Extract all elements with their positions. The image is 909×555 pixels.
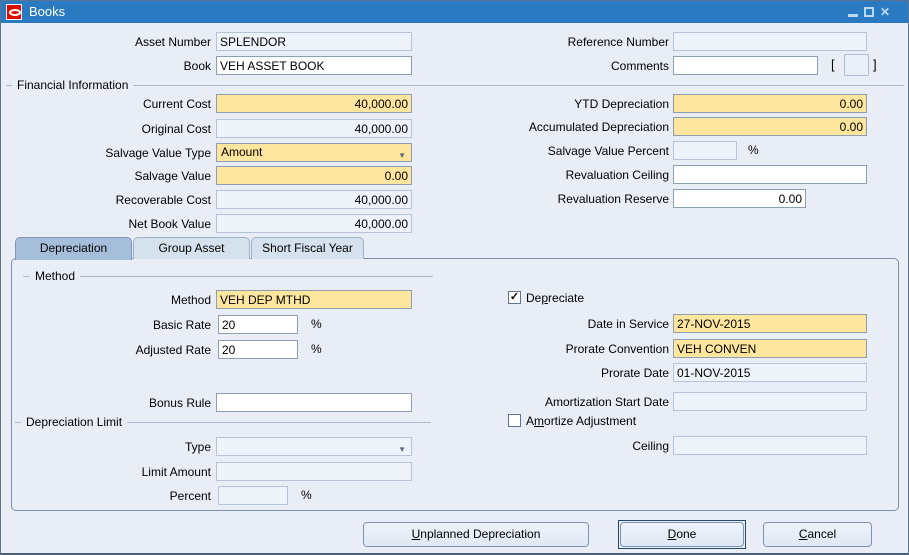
revaluation-ceiling-field[interactable] [673, 165, 867, 184]
close-button[interactable]: ✕ [878, 5, 892, 19]
prorate-convention-field[interactable] [673, 339, 867, 358]
flexfield-bracket-open: [ [831, 54, 835, 76]
tab-short-fiscal-year[interactable]: Short Fiscal Year [251, 237, 364, 259]
limit-type-select: ▼ [216, 437, 412, 456]
maximize-icon [864, 7, 874, 17]
basic-rate-suffix: % [311, 315, 322, 334]
salvage-value-field[interactable] [216, 166, 412, 185]
net-book-value-label: Net Book Value [9, 215, 211, 233]
maximize-button[interactable] [862, 5, 876, 19]
unplanned-depreciation-button[interactable]: Unplanned Depreciation [363, 522, 589, 547]
oracle-logo-icon [6, 4, 22, 20]
date-in-service-field[interactable] [673, 314, 867, 333]
salvage-value-percent-label: Salvage Value Percent [461, 142, 669, 160]
current-cost-label: Current Cost [9, 95, 211, 113]
prorate-date-label: Prorate Date [461, 364, 669, 382]
original-cost-field [216, 119, 412, 138]
recoverable-cost-label: Recoverable Cost [9, 191, 211, 209]
limit-percent-suffix: % [301, 486, 312, 505]
method-label: Method [9, 291, 211, 309]
ytd-depreciation-field[interactable] [673, 94, 867, 113]
tab-group-asset[interactable]: Group Asset [133, 237, 250, 259]
accumulated-depreciation-label: Accumulated Depreciation [461, 118, 669, 136]
comments-field[interactable] [673, 56, 818, 75]
reference-number-label: Reference Number [461, 33, 669, 51]
depreciate-checkbox[interactable]: ✓ [508, 291, 521, 304]
salvage-value-type-select[interactable]: Amount ▼ [216, 143, 412, 162]
salvage-value-percent-suffix: % [748, 141, 759, 160]
depreciation-limit-frame-label: Depreciation Limit [21, 415, 127, 430]
bonus-rule-field[interactable] [216, 393, 412, 412]
limit-amount-field [216, 462, 412, 481]
done-button[interactable]: Done [620, 522, 744, 547]
adjusted-rate-label: Adjusted Rate [9, 341, 211, 359]
basic-rate-label: Basic Rate [9, 316, 211, 334]
ytd-depreciation-label: YTD Depreciation [461, 95, 669, 113]
bonus-rule-label: Bonus Rule [9, 394, 211, 412]
window-title: Books [29, 1, 65, 23]
date-in-service-label: Date in Service [461, 315, 669, 333]
prorate-date-field [673, 363, 867, 382]
ceiling-label: Ceiling [461, 437, 669, 455]
accumulated-depreciation-field[interactable] [673, 117, 867, 136]
minimize-button[interactable] [846, 5, 860, 19]
prorate-convention-label: Prorate Convention [461, 340, 669, 358]
comments-label: Comments [461, 57, 669, 75]
amortization-start-date-field [673, 392, 867, 411]
financial-frame-label: Financial Information [12, 78, 133, 93]
chevron-down-icon: ▼ [398, 147, 406, 162]
ceiling-field [673, 436, 867, 455]
method-frame-line [23, 276, 433, 277]
salvage-value-percent-field [673, 141, 737, 160]
book-field[interactable] [216, 56, 412, 75]
cancel-button[interactable]: Cancel [763, 522, 872, 547]
recoverable-cost-field [216, 190, 412, 209]
revaluation-ceiling-label: Revaluation Ceiling [461, 166, 669, 184]
adjusted-rate-field[interactable] [218, 340, 298, 359]
method-field[interactable] [216, 290, 412, 309]
limit-percent-field [218, 486, 288, 505]
titlebar[interactable]: Books ✕ [1, 1, 908, 23]
books-window: Books ✕ Asset Number Book Reference Numb… [0, 0, 909, 555]
salvage-value-label: Salvage Value [9, 167, 211, 185]
close-icon: ✕ [878, 5, 892, 19]
basic-rate-field[interactable] [218, 315, 298, 334]
salvage-value-type-value: Amount [221, 145, 262, 159]
amortize-adjustment-checkbox[interactable] [508, 414, 521, 427]
limit-type-label: Type [9, 438, 211, 456]
chevron-down-icon: ▼ [398, 441, 406, 456]
depreciate-label: Depreciate [526, 290, 584, 306]
original-cost-label: Original Cost [9, 120, 211, 138]
asset-number-label: Asset Number [9, 33, 211, 51]
current-cost-field[interactable] [216, 94, 412, 113]
reference-number-field [673, 32, 867, 51]
tab-depreciation[interactable]: Depreciation [15, 237, 132, 260]
amortize-adjustment-label: Amortize Adjustment [526, 413, 636, 429]
financial-frame-line [6, 85, 904, 86]
asset-number-field [216, 32, 412, 51]
revaluation-reserve-field[interactable] [673, 189, 806, 208]
done-button-default-ring: Done [618, 520, 746, 549]
net-book-value-field [216, 214, 412, 233]
flexfield-bracket-close: ] [873, 54, 877, 76]
limit-percent-label: Percent [9, 487, 211, 505]
comments-flexfield-button[interactable] [844, 54, 869, 76]
book-label: Book [9, 57, 211, 75]
adjusted-rate-suffix: % [311, 340, 322, 359]
revaluation-reserve-label: Revaluation Reserve [461, 190, 669, 208]
limit-amount-label: Limit Amount [9, 463, 211, 481]
method-frame-label: Method [30, 269, 80, 284]
salvage-value-type-label: Salvage Value Type [9, 144, 211, 162]
minimize-icon [848, 14, 858, 17]
amortization-start-date-label: Amortization Start Date [461, 393, 669, 411]
